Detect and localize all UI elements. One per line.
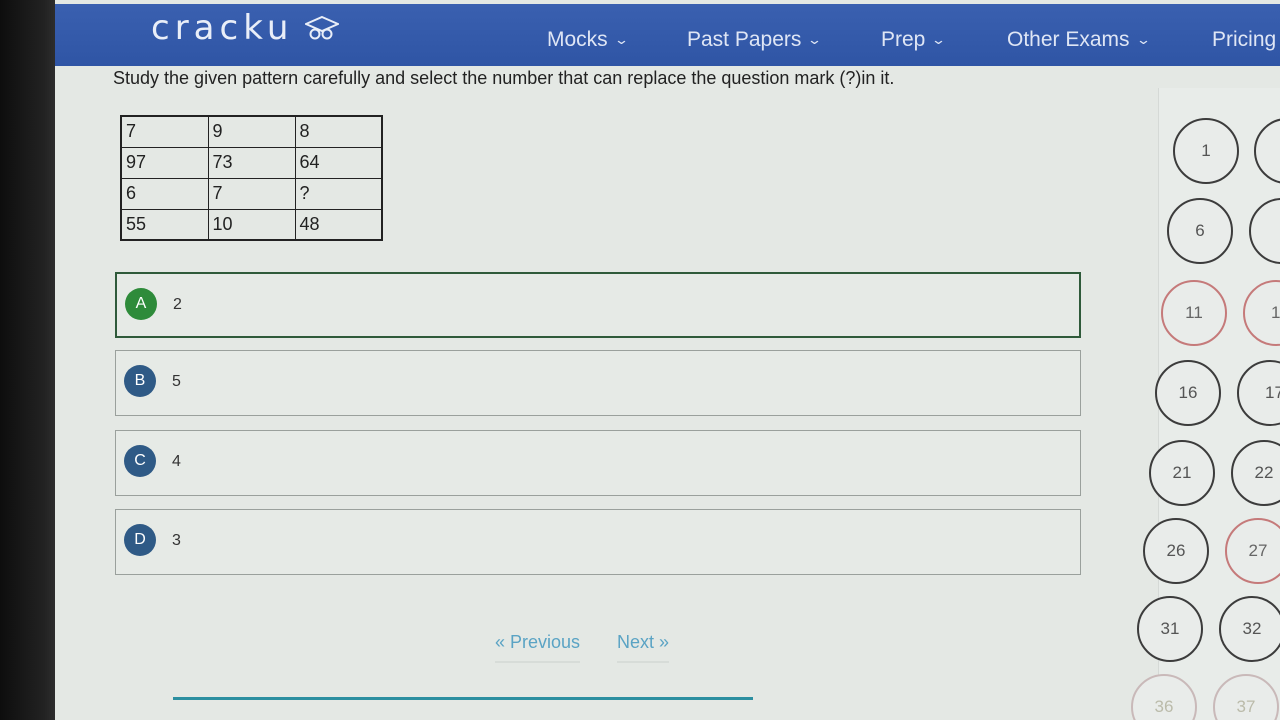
question-number-button[interactable]: 26: [1143, 518, 1209, 584]
option-d-badge: D: [124, 524, 156, 556]
question-number-button[interactable]: 1: [1243, 280, 1280, 346]
nav-prep[interactable]: Prep ⌄: [881, 28, 947, 52]
question-number-button[interactable]: 21: [1149, 440, 1215, 506]
table-row: 97 73 64: [120, 146, 383, 179]
nav-prep-label: Prep: [881, 28, 926, 51]
table-cell: 10: [207, 208, 296, 241]
option-b-badge: B: [124, 365, 156, 397]
question-number-button[interactable]: 6: [1167, 198, 1233, 264]
chevron-down-icon: ⌄: [613, 32, 629, 47]
option-a[interactable]: A 2: [115, 272, 1081, 338]
table-cell: 6: [120, 177, 209, 210]
question-number-button[interactable]: [1249, 198, 1280, 264]
nav-mocks[interactable]: Mocks ⌄: [547, 28, 629, 52]
pattern-table: 7 9 8 97 73 64 6 7 ? 55 10 48: [120, 115, 383, 241]
question-text: Study the given pattern carefully and se…: [113, 68, 895, 88]
site-logo[interactable]: cracku: [151, 8, 341, 50]
question-number-button[interactable]: [1254, 118, 1280, 184]
next-button[interactable]: Next »: [617, 632, 670, 663]
graduation-cap-logo-icon: [303, 10, 341, 50]
nav-other-exams[interactable]: Other Exams ⌄: [1007, 28, 1151, 52]
question-number-button[interactable]: 22: [1231, 440, 1280, 506]
nav-other-exams-label: Other Exams: [1007, 28, 1130, 51]
table-cell: 55: [120, 208, 209, 241]
table-row: 7 9 8: [120, 115, 383, 148]
question-number-button[interactable]: 37: [1213, 674, 1279, 720]
table-cell: 8: [294, 115, 383, 148]
table-cell: 9: [207, 115, 296, 148]
question-number-button[interactable]: 31: [1137, 596, 1203, 662]
chevron-down-icon: ⌄: [807, 32, 823, 47]
table-cell: 73: [207, 146, 296, 179]
question-number-button[interactable]: 17: [1237, 360, 1280, 426]
table-row: 6 7 ?: [120, 177, 383, 210]
option-d[interactable]: D 3: [115, 509, 1081, 575]
option-d-text: 3: [172, 532, 181, 549]
nav-past-papers-label: Past Papers: [687, 28, 802, 51]
option-c[interactable]: C 4: [115, 430, 1081, 496]
footer-divider: [173, 697, 753, 700]
question-number-button[interactable]: 1: [1173, 118, 1239, 184]
table-cell: 64: [294, 146, 383, 179]
monitor-bezel: [0, 0, 55, 720]
table-cell: 48: [294, 208, 383, 241]
previous-button[interactable]: « Previous: [495, 632, 581, 663]
option-b-text: 5: [172, 373, 181, 390]
page: cracku Mocks ⌄ Past Papers ⌄ Prep ⌄ Othe…: [55, 0, 1280, 720]
nav-pricing-label: Pricing: [1212, 28, 1277, 51]
table-cell: 7: [207, 177, 296, 210]
nav-pricing[interactable]: Pricing: [1212, 28, 1276, 52]
question-number-button[interactable]: 36: [1131, 674, 1197, 720]
question-palette: 1 6 11 16 21 26 31 36 1 17 22 27 32 37: [1131, 88, 1280, 720]
question-number-button[interactable]: 11: [1161, 280, 1227, 346]
nav-mocks-label: Mocks: [547, 28, 608, 51]
table-cell: 7: [120, 115, 209, 148]
chevron-down-icon: ⌄: [931, 32, 947, 47]
option-a-text: 2: [173, 296, 182, 313]
logo-text: cracku: [151, 8, 294, 48]
question-number-button[interactable]: 32: [1219, 596, 1280, 662]
chevron-down-icon: ⌄: [1135, 32, 1151, 47]
option-a-badge: A: [125, 288, 157, 320]
option-c-badge: C: [124, 445, 156, 477]
question-number-button[interactable]: 16: [1155, 360, 1221, 426]
top-navbar: cracku Mocks ⌄ Past Papers ⌄ Prep ⌄ Othe…: [55, 4, 1280, 66]
table-row: 55 10 48: [120, 208, 383, 241]
table-cell: 97: [120, 146, 209, 179]
question-number-button[interactable]: 27: [1225, 518, 1280, 584]
nav-past-papers[interactable]: Past Papers ⌄: [687, 28, 823, 52]
table-cell: ?: [294, 177, 383, 210]
option-c-text: 4: [172, 453, 181, 470]
option-b[interactable]: B 5: [115, 350, 1081, 416]
